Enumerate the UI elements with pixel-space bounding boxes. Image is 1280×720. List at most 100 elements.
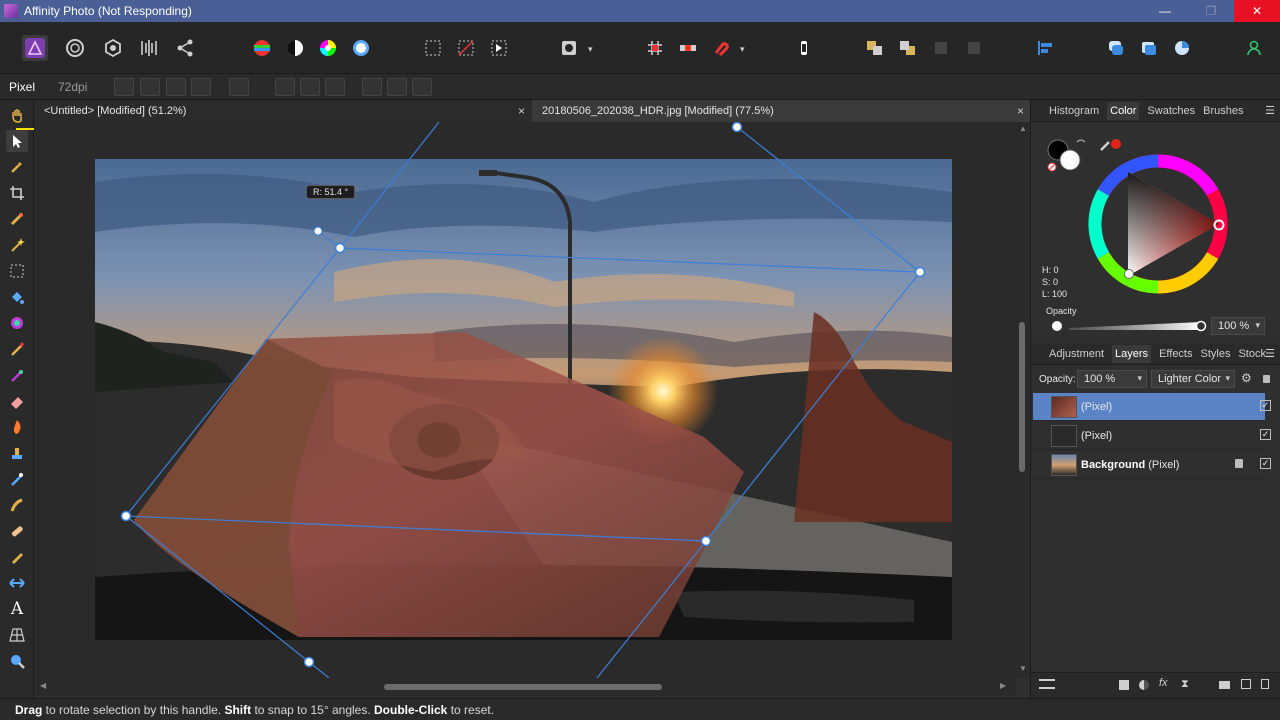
panel-menu-icon[interactable]: ☰ (1265, 104, 1275, 117)
align-top-button[interactable] (362, 78, 382, 96)
healing-brush-tool[interactable] (6, 520, 28, 542)
gradient-tool[interactable] (6, 312, 28, 334)
layer-row[interactable]: (Pixel) ✓ (1033, 393, 1271, 421)
studio-panel-toggle-3[interactable] (1169, 35, 1195, 61)
minimize-button[interactable]: — (1142, 0, 1188, 22)
snap-grid-button[interactable] (642, 35, 668, 61)
horizontal-scroll-thumb[interactable] (384, 684, 662, 690)
arrange-front-button[interactable] (895, 35, 921, 61)
live-filter-icon[interactable]: ⧗ (1181, 678, 1189, 691)
document-canvas[interactable]: R: 51.4 ° (34, 122, 1016, 678)
tab-untitled[interactable]: <Untitled> [Modified] (51.2%) × (34, 100, 531, 122)
pen-tool[interactable] (6, 546, 28, 568)
quick-mask-button[interactable] (556, 35, 582, 61)
tab-styles[interactable]: Styles (1201, 348, 1231, 360)
show-rotation-button[interactable] (140, 78, 160, 96)
align-left-button[interactable] (275, 78, 295, 96)
quick-mask-dropdown-caret-icon[interactable]: ▾ (588, 44, 593, 55)
tab-brushes[interactable]: Brushes (1203, 105, 1243, 117)
erase-brush-tool[interactable] (6, 390, 28, 412)
snapping-dropdown-caret-icon[interactable]: ▾ (740, 44, 745, 55)
tab-effects[interactable]: Effects (1159, 348, 1192, 360)
scale-from-center-button[interactable] (166, 78, 186, 96)
scroll-left-arrow-icon[interactable]: ◀ (40, 681, 46, 690)
assistant-button[interactable] (791, 35, 817, 61)
eyedropper-icon[interactable] (1100, 141, 1110, 151)
align-center-button[interactable] (300, 78, 320, 96)
force-pixel-alignment-button[interactable] (675, 35, 701, 61)
vertical-scrollbar[interactable]: ▲ ▼ (1016, 122, 1030, 678)
move-tool[interactable] (6, 130, 28, 152)
tab-untitled-close-icon[interactable]: × (518, 104, 525, 118)
adjustment-layer-icon[interactable] (1139, 680, 1149, 690)
export-persona-button[interactable] (172, 35, 198, 61)
tab-adjustment[interactable]: Adjustment (1049, 348, 1104, 360)
studio-panel-toggle-2[interactable] (1136, 35, 1162, 61)
hand-tool[interactable] (6, 104, 28, 126)
account-button[interactable] (1241, 35, 1267, 61)
fill-stroke-swatches[interactable] (1047, 139, 1081, 172)
add-pixel-layer-icon[interactable] (1241, 679, 1251, 689)
arrange-back-button[interactable] (862, 35, 888, 61)
swap-colors-icon[interactable] (1076, 139, 1086, 143)
scroll-down-arrow-icon[interactable]: ▼ (1019, 664, 1027, 673)
tab-swatches[interactable]: Swatches (1147, 105, 1195, 117)
zoom-tool[interactable] (6, 650, 28, 672)
horizontal-scrollbar[interactable]: ◀ ▶ (34, 678, 1016, 696)
scroll-up-arrow-icon[interactable]: ▲ (1019, 124, 1027, 133)
align-right-button[interactable] (325, 78, 345, 96)
photo-persona-button[interactable] (22, 35, 48, 61)
align-middle-button[interactable] (387, 78, 407, 96)
crop-tool[interactable] (6, 182, 28, 204)
blend-mode-select[interactable]: Lighter Color ▾ (1151, 370, 1235, 388)
hsl-button[interactable] (315, 35, 341, 61)
tone-mapping-persona-button[interactable] (136, 35, 162, 61)
black-white-button[interactable] (282, 35, 308, 61)
vertical-scroll-thumb[interactable] (1019, 322, 1025, 472)
color-marker[interactable] (1124, 269, 1134, 279)
layer-opacity-field[interactable]: 100 % ▾ (1077, 370, 1147, 388)
fx-icon[interactable]: fx (1159, 677, 1168, 689)
invert-selection-button[interactable] (486, 35, 512, 61)
dodge-burn-tool[interactable] (6, 416, 28, 438)
transform-objects-separately-button[interactable] (191, 78, 211, 96)
layer-row[interactable]: (Pixel) ✓ (1033, 422, 1271, 450)
liquify-persona-button[interactable] (62, 35, 88, 61)
alignment-button[interactable] (1032, 35, 1058, 61)
transform-selection-button[interactable] (229, 78, 249, 96)
tab-hdr-image-close-icon[interactable]: × (1017, 104, 1024, 118)
align-bottom-button[interactable] (412, 78, 432, 96)
studio-panel-toggle-1[interactable] (1103, 35, 1129, 61)
artistic-text-tool[interactable]: A (6, 598, 28, 620)
clone-brush-tool[interactable] (6, 442, 28, 464)
layer-visibility-checkbox[interactable]: ✓ (1260, 429, 1271, 440)
levels-button[interactable] (249, 35, 275, 61)
selection-brush-tool[interactable] (6, 208, 28, 230)
white-balance-button[interactable] (348, 35, 374, 61)
mesh-warp-tool[interactable] (6, 572, 28, 594)
mask-layer-icon[interactable] (1119, 680, 1129, 690)
select-all-button[interactable] (420, 35, 446, 61)
scroll-right-arrow-icon[interactable]: ▶ (1000, 681, 1006, 690)
tab-histogram[interactable]: Histogram (1049, 105, 1099, 117)
opacity-slider[interactable] (1069, 322, 1201, 330)
tab-hdr-image[interactable]: 20180506_202038_HDR.jpg [Modified] (77.5… (532, 100, 1030, 122)
transform-origin-button[interactable] (114, 78, 134, 96)
paint-brush-tool[interactable] (6, 338, 28, 360)
layers-stack-icon[interactable] (1039, 679, 1055, 689)
layer-visibility-checkbox[interactable]: ✓ (1260, 458, 1271, 469)
opacity-slider-thumb[interactable] (1195, 320, 1207, 332)
trash-icon[interactable] (1261, 679, 1269, 689)
color-opacity-field[interactable]: 100 % ▾ (1211, 317, 1265, 335)
color-replacement-tool[interactable] (6, 364, 28, 386)
blemish-removal-tool[interactable] (6, 468, 28, 490)
layer-visibility-checkbox[interactable]: ✓ (1260, 400, 1271, 411)
develop-persona-button[interactable] (100, 35, 126, 61)
smudge-brush-tool[interactable] (6, 494, 28, 516)
close-window-button[interactable]: ✕ (1234, 0, 1280, 22)
perspective-tool[interactable] (6, 624, 28, 646)
snapping-button[interactable] (708, 35, 734, 61)
lock-icon[interactable] (1263, 375, 1270, 383)
layer-row[interactable]: Background (Pixel) ✓ (1033, 451, 1271, 479)
layer-lock-icon[interactable] (1235, 459, 1243, 468)
